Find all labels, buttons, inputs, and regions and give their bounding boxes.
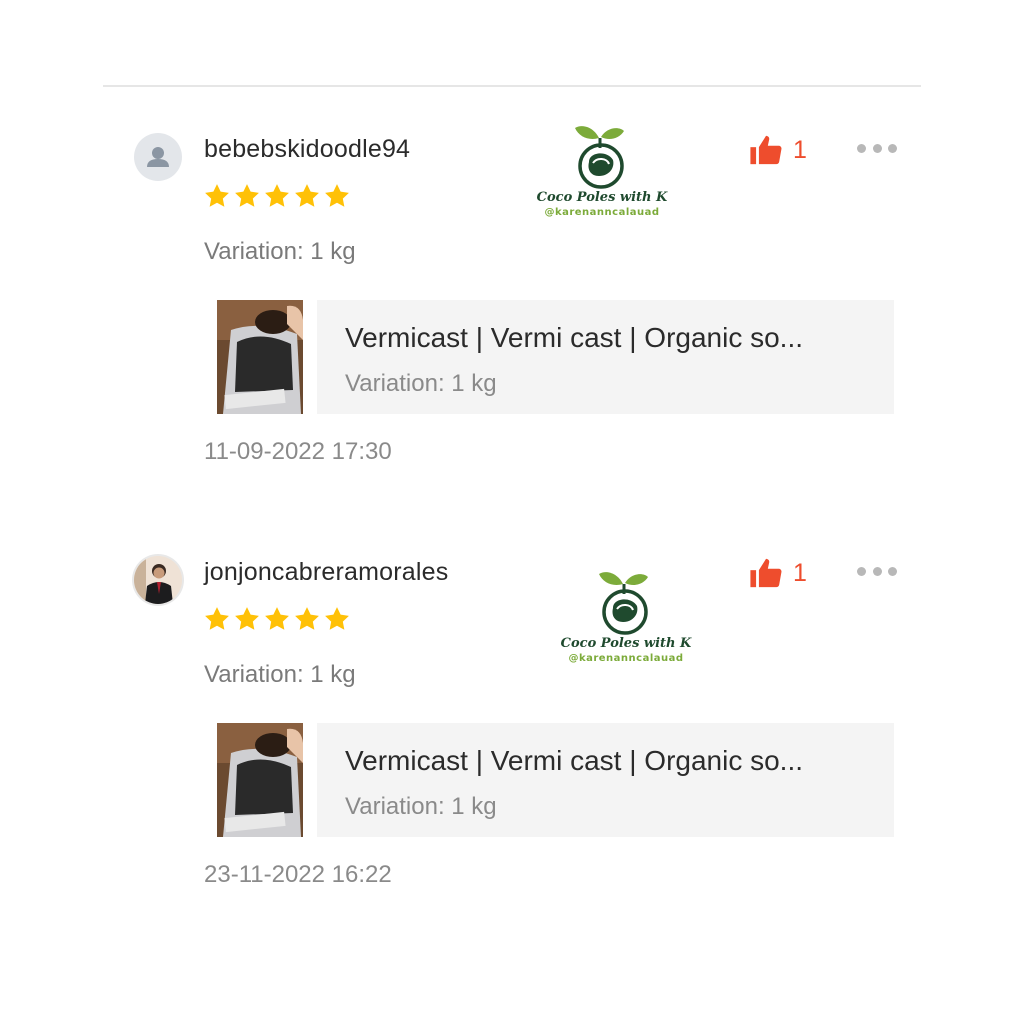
star-icon — [235, 607, 259, 630]
product-name: Vermicast | Vermi cast | Organic so... — [345, 745, 804, 776]
avatar[interactable] — [134, 133, 182, 181]
user-photo — [134, 556, 182, 604]
star-icon — [325, 607, 349, 630]
product-variation: Variation: 1 kg — [345, 370, 497, 397]
more-dot — [888, 143, 897, 153]
watermark-title: Coco Poles with K — [536, 190, 668, 205]
star-icon — [205, 607, 229, 630]
star-rating — [203, 182, 351, 210]
star-icon — [295, 184, 319, 207]
sprout-logo-icon — [599, 572, 648, 635]
thumbs-up-icon — [750, 558, 782, 588]
star-icon — [325, 184, 349, 207]
watermark-logo: Coco Poles with K @karenanncalauad — [551, 568, 701, 678]
product-name: Vermicast | Vermi cast | Organic so... — [345, 322, 804, 353]
product-thumbnail[interactable] — [217, 300, 303, 414]
more-dot — [872, 143, 882, 153]
product-variation: Variation: 1 kg — [345, 793, 497, 820]
more-dot — [872, 566, 882, 576]
star-icon — [205, 184, 229, 207]
star-icon — [235, 184, 259, 207]
sprout-logo-icon — [575, 126, 624, 189]
watermark-handle: @karenanncalauad — [568, 653, 684, 664]
review-variation: Variation: 1 kg — [204, 661, 356, 688]
top-divider — [103, 85, 921, 87]
star-rating — [203, 605, 351, 633]
star-icon — [295, 607, 319, 630]
like-count: 1 — [793, 135, 807, 164]
default-user-icon — [147, 147, 169, 167]
avatar[interactable] — [134, 556, 182, 604]
product-card[interactable]: Vermicast | Vermi cast | Organic so... V… — [317, 723, 894, 837]
product-thumbnail[interactable] — [217, 723, 303, 837]
review-timestamp: 23-11-2022 16:22 — [204, 861, 392, 888]
more-dot — [857, 143, 866, 153]
reviewer-username[interactable]: bebebskidoodle94 — [204, 135, 410, 164]
watermark-title: Coco Poles with K — [560, 636, 692, 651]
review-timestamp: 11-09-2022 17:30 — [204, 438, 392, 465]
review-item: bebebskidoodle94 Variation: 1 kg 1 Coco … — [0, 100, 1024, 500]
more-dot — [888, 566, 897, 576]
thumbs-up-icon — [750, 135, 782, 165]
like-count: 1 — [793, 558, 807, 587]
review-variation: Variation: 1 kg — [204, 238, 356, 265]
watermark-handle: @karenanncalauad — [544, 207, 660, 218]
watermark-logo: Coco Poles with K @karenanncalauad — [527, 122, 677, 232]
star-icon — [265, 184, 289, 207]
review-item: jonjoncabreramorales Variation: 1 kg 1 C… — [0, 523, 1024, 923]
product-image — [217, 300, 303, 414]
more-options-button[interactable] — [857, 138, 897, 158]
more-options-button[interactable] — [857, 561, 897, 581]
product-image — [217, 723, 303, 837]
like-button[interactable]: 1 — [749, 130, 807, 170]
more-dot — [857, 566, 866, 576]
product-card[interactable]: Vermicast | Vermi cast | Organic so... V… — [317, 300, 894, 414]
star-icon — [265, 607, 289, 630]
reviewer-username[interactable]: jonjoncabreramorales — [204, 558, 448, 587]
like-button[interactable]: 1 — [749, 553, 807, 593]
